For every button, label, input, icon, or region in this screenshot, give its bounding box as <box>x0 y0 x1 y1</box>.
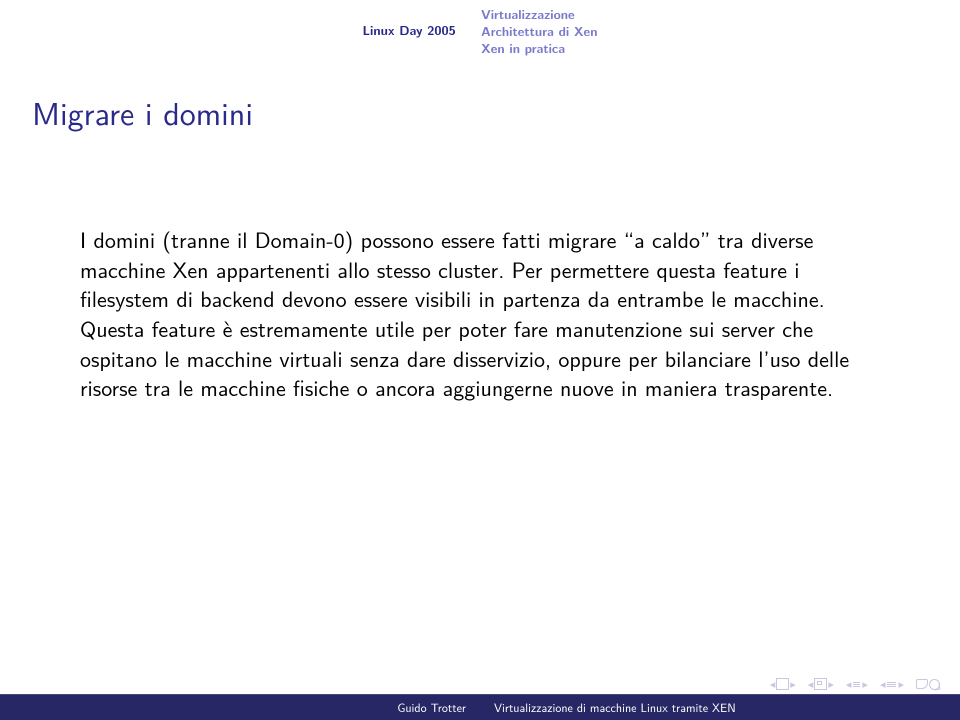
nav-next-slide-icon[interactable]: ▸ <box>790 679 796 690</box>
nav-slide-group: ◂ ▸ <box>770 678 796 690</box>
nav-prev-section-icon[interactable]: ◂ <box>846 679 852 690</box>
nav-slide-icon[interactable] <box>776 678 789 690</box>
nav-frame-group: ◂ ▸ <box>808 678 834 690</box>
slide-title: Migrare i domini <box>32 88 253 135</box>
nav-section-group: ◂ ▸ <box>846 679 868 690</box>
header: Linux Day 2005 Virtualizzazione Architet… <box>0 6 960 57</box>
nav-next-section-icon[interactable]: ▸ <box>862 679 868 690</box>
nav-controls: ◂ ▸ ◂ ▸ ◂ ▸ ◂ ▸ <box>770 678 940 690</box>
nav-prev-slide-icon[interactable]: ◂ <box>770 679 776 690</box>
nav-subsection-icon[interactable] <box>887 682 896 687</box>
footer-author: Guido Trotter <box>0 698 480 716</box>
nav-next-frame-icon[interactable]: ▸ <box>828 679 834 690</box>
slide: { "header": { "left": "Linux Day 2005", … <box>0 0 960 720</box>
nav-back-icon[interactable] <box>916 679 928 689</box>
body-text: I domini (tranne il Domain-0) possono es… <box>80 225 880 403</box>
header-event: Linux Day 2005 <box>362 6 455 39</box>
nav-prev-frame-icon[interactable]: ◂ <box>808 679 814 690</box>
nav-prev-sub-icon[interactable]: ◂ <box>880 679 886 690</box>
nav-next-sub-icon[interactable]: ▸ <box>898 679 904 690</box>
nav-search-icon[interactable] <box>929 679 940 690</box>
footer-title: Virtualizzazione di macchine Linux trami… <box>480 698 960 716</box>
header-sections: Virtualizzazione Architettura di Xen Xen… <box>481 6 597 57</box>
nav-subsection-group: ◂ ▸ <box>880 679 904 690</box>
nav-back-group <box>916 679 940 690</box>
nav-frame-icon[interactable] <box>814 678 827 690</box>
nav-section-icon[interactable] <box>853 682 860 687</box>
footer: Guido Trotter Virtualizzazione di macchi… <box>0 694 960 720</box>
header-section-3[interactable]: Xen in pratica <box>481 40 597 57</box>
